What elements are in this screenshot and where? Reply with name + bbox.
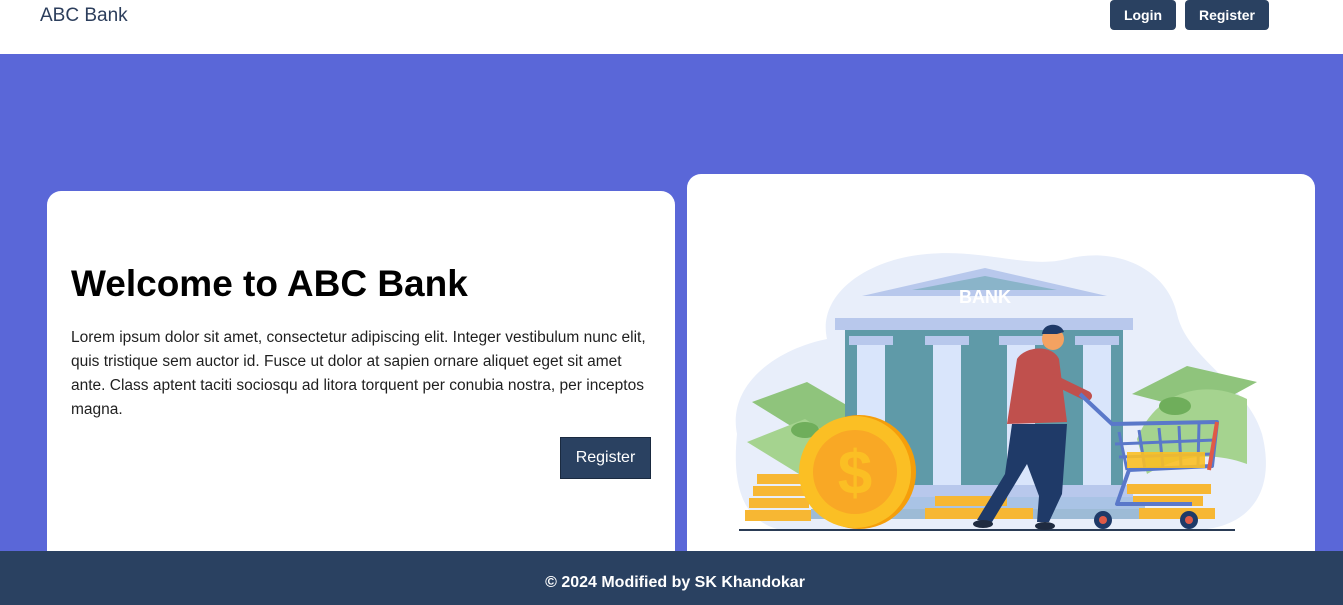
welcome-title: Welcome to ABC Bank (71, 263, 468, 304)
nav-register-button[interactable]: Register (1185, 0, 1269, 30)
footer-copyright: © 2024 Modified by SK Khandokar (545, 574, 805, 591)
ground-line (739, 529, 1235, 531)
brand-logo-text[interactable]: ABC Bank (40, 5, 128, 27)
login-button[interactable]: Login (1110, 0, 1176, 30)
dollar-coin-icon: $ (799, 415, 916, 529)
welcome-description: Lorem ipsum dolor sit amet, consectetur … (71, 329, 646, 418)
coin-symbol: $ (838, 439, 872, 508)
illustration-card: BANK $ (687, 174, 1315, 574)
footer: © 2024 Modified by SK Khandokar (0, 551, 1343, 605)
bank-sign-text: BANK (959, 287, 1011, 307)
bank-shopping-illustration: BANK $ (735, 253, 1266, 531)
hero-register-button[interactable]: Register (560, 437, 651, 479)
navbar: ABC Bank Login Register (0, 0, 1343, 54)
welcome-card: Welcome to ABC Bank Lorem ipsum dolor si… (47, 191, 675, 571)
